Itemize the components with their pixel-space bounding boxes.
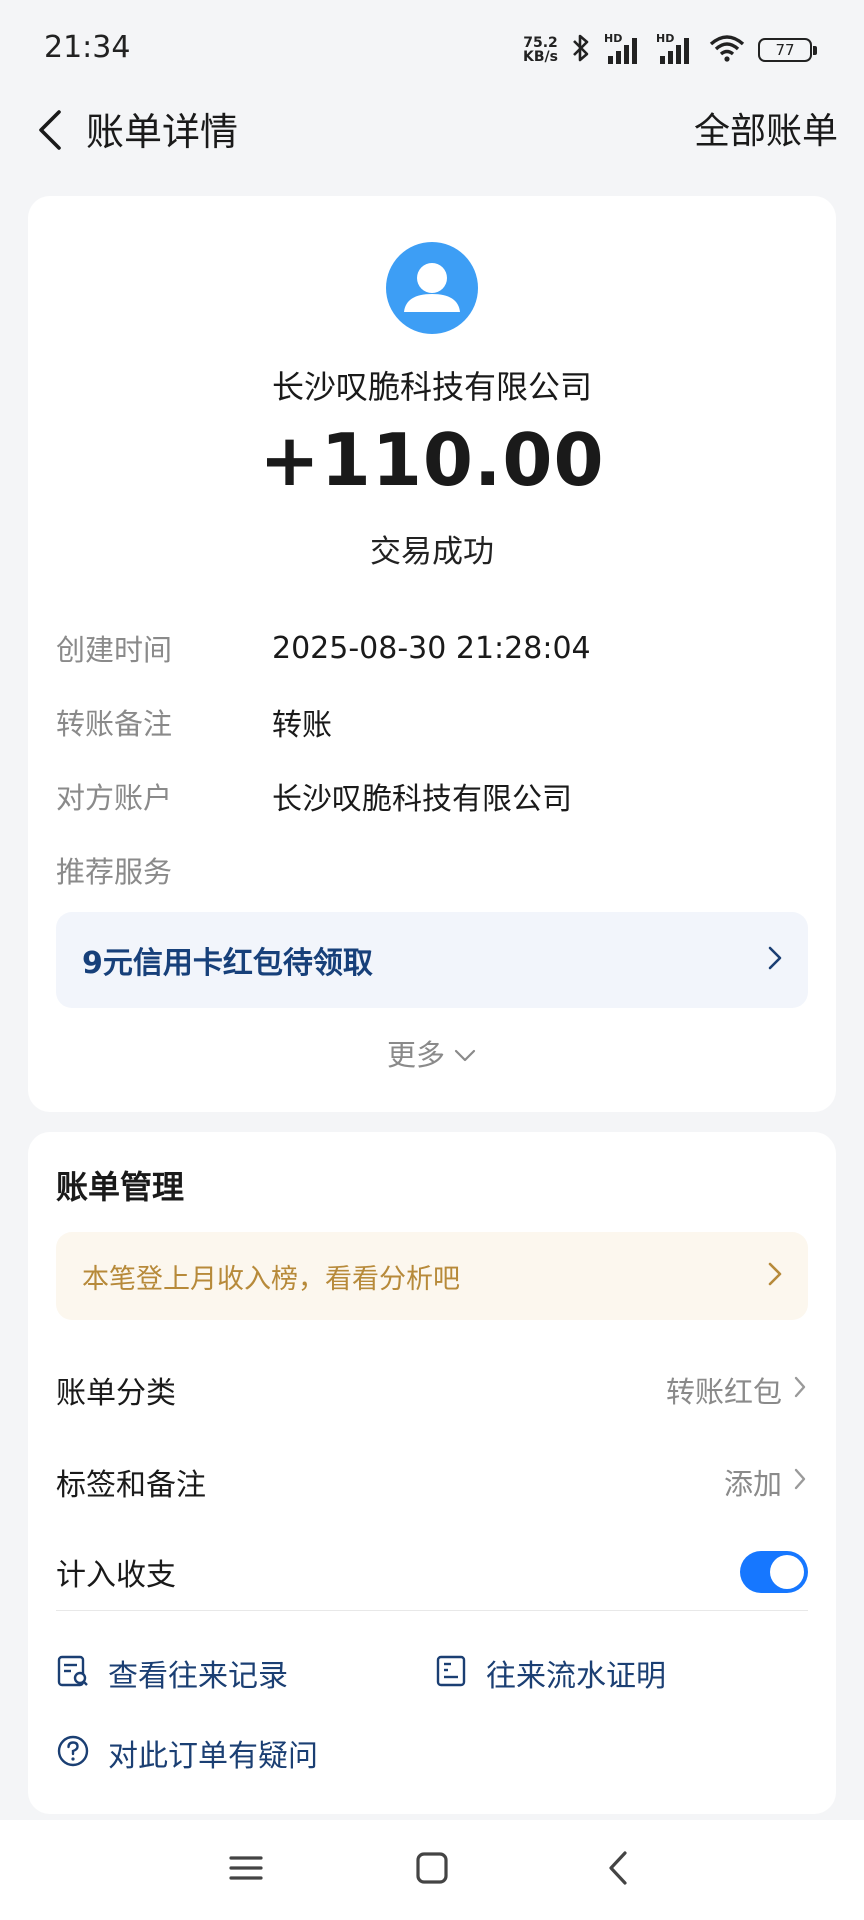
divider <box>56 1610 808 1611</box>
detail-row-recommended: 推荐服务 <box>56 848 272 892</box>
network-speed-value: 75.2 <box>523 35 558 51</box>
system-back-button[interactable] <box>586 1838 650 1902</box>
page-title: 账单详情 <box>86 110 239 154</box>
detail-label: 转账备注 <box>56 707 173 741</box>
transaction-amount: +110.00 <box>259 418 605 502</box>
detail-value[interactable]: 长沙叹脆科技有限公司 <box>272 774 572 818</box>
battery-level: 77 <box>775 41 795 59</box>
income-analysis-tip[interactable]: 本笔登上月收入榜，看看分析吧 <box>56 1232 808 1320</box>
detail-label: 对方账户 <box>56 781 173 815</box>
chevron-right-icon <box>766 1260 784 1292</box>
link-text: 查看往来记录 <box>108 1659 288 1694</box>
back-button[interactable] <box>20 102 80 162</box>
detail-value: 转账 <box>272 708 332 743</box>
home-button[interactable] <box>400 1838 464 1902</box>
order-question-link[interactable]: 对此订单有疑问 <box>56 1728 318 1778</box>
transaction-status: 交易成功 <box>370 534 494 570</box>
toggle-knob <box>770 1555 804 1589</box>
setting-value-group: 添加 <box>724 1461 808 1503</box>
question-circle-icon <box>56 1734 90 1772</box>
menu-button[interactable] <box>214 1838 278 1902</box>
battery-indicator: 77 <box>758 38 817 62</box>
merchant-avatar <box>386 242 478 334</box>
detail-row-transfer-note: 转账备注 转账 <box>56 700 332 744</box>
record-search-icon <box>56 1654 90 1692</box>
back-arrow-icon <box>605 1850 631 1890</box>
setting-value: 添加 <box>723 1467 782 1501</box>
detail-label: 创建时间 <box>56 633 173 667</box>
detail-row-counterparty: 对方账户 长沙叹脆科技有限公司 <box>56 774 572 818</box>
detail-value: 2025-08-30 21:28:04 <box>272 630 591 666</box>
transaction-card: 长沙叹脆科技有限公司 +110.00 交易成功 创建时间 2025-08-30 … <box>28 196 836 1112</box>
credit-card-promo[interactable]: 9元信用卡红包待领取 <box>56 912 808 1008</box>
setting-value-group: 转账红包 <box>666 1369 808 1411</box>
promo-text: 9元信用卡红包待领取 <box>82 946 373 981</box>
network-speed-unit: KB/s <box>523 49 558 65</box>
detail-label: 推荐服务 <box>56 855 173 889</box>
setting-label: 标签和备注 <box>56 1468 206 1503</box>
cell-signal-2-icon: HD <box>656 32 696 66</box>
more-button[interactable]: 更多 <box>28 1032 836 1074</box>
status-icons: 75.2 KB/s HD HD 77 <box>523 32 817 68</box>
count-in-balance-toggle[interactable] <box>740 1551 808 1593</box>
link-text: 对此订单有疑问 <box>108 1739 318 1774</box>
home-square-icon <box>415 1851 449 1889</box>
bill-category-row[interactable]: 账单分类 转账红包 <box>56 1360 808 1420</box>
system-nav-bar <box>0 1820 864 1920</box>
bluetooth-icon <box>570 33 592 67</box>
bill-management-card: 账单管理 本笔登上月收入榜，看看分析吧 账单分类 转账红包 标签和备注 添加 计… <box>28 1132 836 1814</box>
chevron-right-icon <box>792 1373 808 1407</box>
section-title: 账单管理 <box>56 1168 185 1206</box>
all-bills-link[interactable]: 全部账单 <box>694 104 838 160</box>
detail-row-created-time: 创建时间 2025-08-30 21:28:04 <box>56 626 591 670</box>
chevron-left-icon <box>35 108 65 156</box>
wifi-icon <box>708 33 746 67</box>
document-icon <box>434 1654 468 1692</box>
setting-value: 转账红包 <box>665 1375 782 1409</box>
statement-proof-link[interactable]: 往来流水证明 <box>434 1648 666 1698</box>
analysis-tip-text: 本笔登上月收入榜，看看分析吧 <box>82 1263 460 1295</box>
setting-label: 账单分类 <box>56 1376 176 1411</box>
count-in-balance-row: 计入收支 <box>56 1542 808 1602</box>
tags-notes-row[interactable]: 标签和备注 添加 <box>56 1452 808 1512</box>
merchant-name: 长沙叹脆科技有限公司 <box>271 368 592 406</box>
chevron-right-icon <box>766 944 784 976</box>
cell-signal-icon: HD <box>604 32 644 66</box>
more-label: 更多 <box>386 1038 445 1072</box>
network-speed: 75.2 KB/s <box>523 36 558 64</box>
status-bar: 21:34 75.2 KB/s HD HD 77 <box>0 0 864 100</box>
nav-bar: 账单详情 全部账单 <box>0 100 864 190</box>
user-icon <box>386 263 478 334</box>
status-time: 21:34 <box>44 30 131 65</box>
menu-icon <box>229 1853 263 1887</box>
view-history-link[interactable]: 查看往来记录 <box>56 1648 288 1698</box>
link-text: 往来流水证明 <box>486 1659 666 1694</box>
chevron-down-icon <box>453 1036 477 1070</box>
chevron-right-icon <box>792 1465 808 1499</box>
setting-label: 计入收支 <box>56 1558 176 1593</box>
